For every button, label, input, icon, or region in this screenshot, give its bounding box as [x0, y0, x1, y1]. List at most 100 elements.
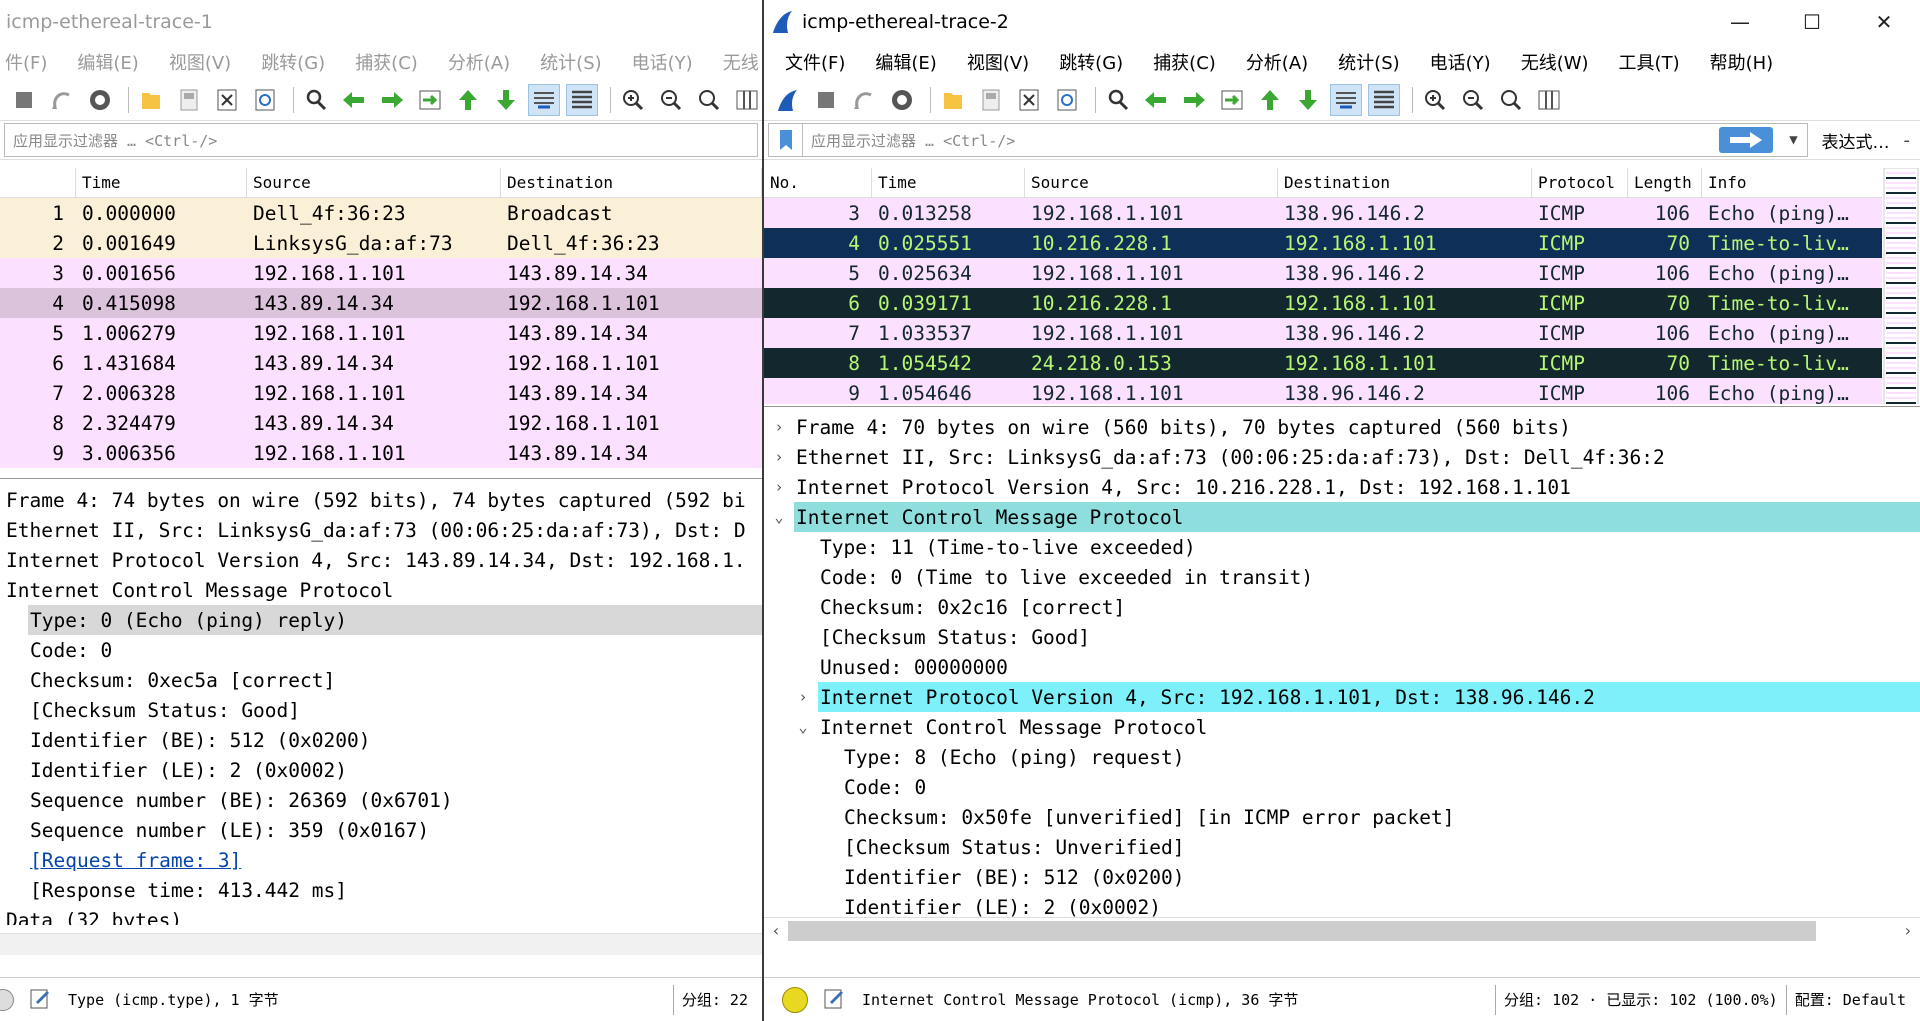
close-file-icon[interactable] — [1013, 84, 1045, 116]
detail-row[interactable]: [Checksum Status: Good] — [764, 622, 1920, 652]
menu-item-8[interactable]: 无线 — [708, 49, 762, 75]
packet-row[interactable]: 7 2.006328 192.168.1.101 143.89.14.34 — [0, 378, 762, 408]
go-forward-icon[interactable] — [1178, 84, 1210, 116]
detail-row[interactable]: Code: 0 — [0, 635, 762, 665]
detail-text[interactable]: [Request frame: 3] — [28, 845, 762, 875]
zoom-in-icon[interactable] — [1419, 84, 1451, 116]
stop-capture-icon[interactable] — [810, 84, 842, 116]
find-packet-icon[interactable] — [300, 84, 332, 116]
zoom-normal-icon[interactable] — [693, 84, 725, 116]
packet-row[interactable]: 8 2.324479 143.89.14.34 192.168.1.101 — [0, 408, 762, 438]
close-button[interactable]: ✕ — [1848, 0, 1920, 44]
column-header-time[interactable]: Time — [76, 168, 247, 197]
apply-filter-button[interactable] — [1718, 127, 1773, 153]
column-header-destination[interactable]: Destination — [1278, 168, 1532, 197]
detail-row[interactable]: Code: 0 (Time to live exceeded in transi… — [764, 562, 1920, 592]
detail-row[interactable]: [Checksum Status: Good] — [0, 695, 762, 725]
open-file-icon[interactable] — [135, 84, 167, 116]
menu-item-3[interactable]: 跳转(G) — [1044, 49, 1138, 75]
detail-row[interactable]: Checksum: 0x2c16 [correct] — [764, 592, 1920, 622]
detail-row[interactable]: Sequence number (LE): 359 (0x0167) — [0, 815, 762, 845]
column-header-source[interactable]: Source — [247, 168, 501, 197]
column-header-no[interactable]: No. — [764, 168, 872, 197]
menu-item-4[interactable]: 捕获(C) — [1138, 49, 1231, 75]
menu-item-0[interactable]: 件(F) — [0, 49, 62, 75]
detail-row[interactable]: Ethernet II, Src: LinksysG_da:af:73 (00:… — [0, 515, 762, 545]
detail-row[interactable]: › Internet Protocol Version 4, Src: 192.1… — [764, 682, 1920, 712]
reload-file-icon[interactable] — [249, 84, 281, 116]
detail-row[interactable]: Checksum: 0x50fe [unverified] [in ICMP e… — [764, 802, 1920, 832]
reload-file-icon[interactable] — [1051, 84, 1083, 116]
menu-item-1[interactable]: 编辑(E) — [860, 49, 951, 75]
column-header-info[interactable]: Info — [1702, 168, 1884, 197]
packet-row[interactable]: 3 0.001656 192.168.1.101 143.89.14.34 — [0, 258, 762, 288]
expand-arrow-icon[interactable]: › — [764, 478, 794, 496]
go-forward-icon[interactable] — [376, 84, 408, 116]
detail-row[interactable]: › Ethernet II, Src: LinksysG_da:af:73 (00… — [764, 442, 1920, 472]
zoom-in-icon[interactable] — [617, 84, 649, 116]
detail-row[interactable]: Type: 8 (Echo (ping) request) — [764, 742, 1920, 772]
expert-info-icon[interactable] — [0, 988, 14, 1011]
detail-row[interactable]: Internet Control Message Protocol — [0, 575, 762, 605]
collapse-arrow-icon[interactable]: ⌄ — [764, 508, 794, 526]
detail-row[interactable]: Checksum: 0xec5a [correct] — [0, 665, 762, 695]
packet-row[interactable]: 6 1.431684 143.89.14.34 192.168.1.101 — [0, 348, 762, 378]
column-header-protocol[interactable]: Protocol — [1532, 168, 1628, 197]
minimize-button[interactable]: — — [1704, 0, 1776, 44]
auto-scroll-icon[interactable] — [528, 84, 560, 116]
detail-row[interactable]: Internet Protocol Version 4, Src: 143.89… — [0, 545, 762, 575]
scroll-left-arrow[interactable]: ‹ — [764, 921, 788, 940]
detail-row[interactable]: Code: 0 — [764, 772, 1920, 802]
zoom-normal-icon[interactable] — [1495, 84, 1527, 116]
expression-button[interactable]: 表达式… — [1808, 128, 1904, 153]
maximize-button[interactable]: ☐ — [1776, 0, 1848, 44]
detail-row[interactable]: [Checksum Status: Unverified] — [764, 832, 1920, 862]
expert-info-icon[interactable] — [782, 986, 808, 1013]
close-file-icon[interactable] — [211, 84, 243, 116]
detail-row[interactable]: ⌄ Internet Control Message Protocol — [764, 502, 1920, 532]
edit-comment-icon[interactable] — [822, 986, 846, 1014]
menu-item-3[interactable]: 跳转(G) — [246, 49, 340, 75]
go-last-packet-icon[interactable] — [1292, 84, 1324, 116]
restart-capture-icon[interactable] — [848, 84, 880, 116]
zoom-out-icon[interactable] — [1457, 84, 1489, 116]
capture-options-icon[interactable] — [886, 84, 918, 116]
menu-item-0[interactable]: 文件(F) — [770, 49, 860, 75]
packet-row[interactable]: 4 0.415098 143.89.14.34 192.168.1.101 — [0, 288, 762, 318]
horizontal-scrollbar[interactable]: ‹ › — [764, 917, 1920, 943]
auto-scroll-icon[interactable] — [1330, 84, 1362, 116]
save-file-icon[interactable] — [975, 84, 1007, 116]
detail-row[interactable]: Identifier (LE): 2 (0x0002) — [0, 755, 762, 785]
detail-row[interactable]: › Frame 4: 70 bytes on wire (560 bits), 7… — [764, 412, 1920, 442]
colorize-icon[interactable] — [566, 84, 598, 116]
detail-row[interactable]: Type: 0 (Echo (ping) reply) — [0, 605, 762, 635]
menu-item-4[interactable]: 捕获(C) — [340, 49, 433, 75]
scroll-right-arrow[interactable]: › — [1896, 921, 1920, 940]
zoom-out-icon[interactable] — [655, 84, 687, 116]
packet-row[interactable]: 7 1.033537 192.168.1.101 138.96.146.2 ICMP 10… — [764, 318, 1884, 348]
add-filter-button[interactable]: - — [1904, 130, 1917, 151]
detail-row[interactable]: › Internet Protocol Version 4, Src: 10.21… — [764, 472, 1920, 502]
edit-comment-icon[interactable] — [28, 986, 52, 1014]
packet-row[interactable]: 9 3.006356 192.168.1.101 143.89.14.34 — [0, 438, 762, 468]
packet-row[interactable]: 3 0.013258 192.168.1.101 138.96.146.2 ICMP 10… — [764, 198, 1884, 228]
collapse-arrow-icon[interactable]: ⌄ — [788, 718, 818, 736]
menu-item-6[interactable]: 统计(S) — [525, 49, 616, 75]
menu-item-9[interactable]: 工具(T) — [1604, 49, 1695, 75]
packet-list-minimap[interactable] — [1882, 167, 1920, 405]
detail-row[interactable]: [Response time: 413.442 ms] — [0, 875, 762, 905]
capture-options-icon[interactable] — [84, 84, 116, 116]
resize-columns-icon[interactable] — [1533, 84, 1565, 116]
column-header-length[interactable]: Length — [1628, 168, 1702, 197]
expand-arrow-icon[interactable]: › — [788, 688, 818, 706]
packet-row[interactable]: 9 1.054646 192.168.1.101 138.96.146.2 ICMP 10… — [764, 378, 1884, 404]
colorize-icon[interactable] — [1368, 84, 1400, 116]
packet-row[interactable]: 6 0.039171 10.216.228.1 192.168.1.101 ICMP 70… — [764, 288, 1884, 318]
go-first-packet-icon[interactable] — [452, 84, 484, 116]
go-to-packet-icon[interactable] — [1216, 84, 1248, 116]
go-back-icon[interactable] — [1140, 84, 1172, 116]
column-header-time[interactable]: Time — [872, 168, 1025, 197]
scroll-thumb[interactable] — [788, 920, 1816, 941]
detail-row[interactable]: Type: 11 (Time-to-live exceeded) — [764, 532, 1920, 562]
menu-item-5[interactable]: 分析(A) — [1231, 49, 1323, 75]
